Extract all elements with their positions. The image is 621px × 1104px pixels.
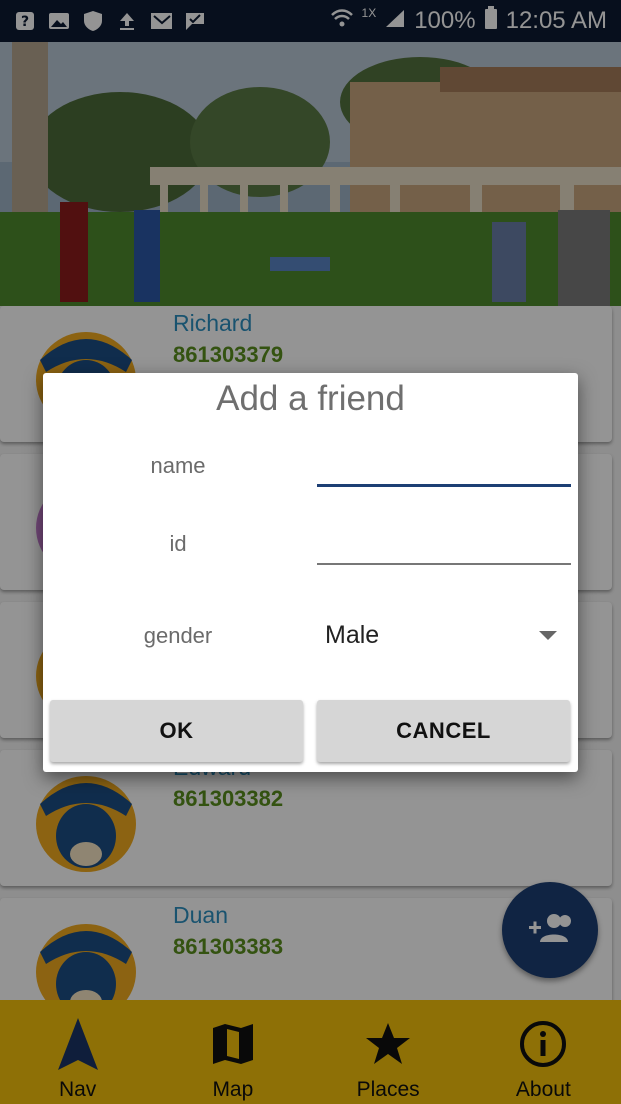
gender-label: gender <box>143 623 213 648</box>
id-label: id <box>169 531 187 556</box>
gender-value: Male <box>325 620 380 649</box>
add-friend-dialog: Add a friend name id gender Male OK CANC… <box>43 373 578 772</box>
cancel-button[interactable]: CANCEL <box>317 700 570 762</box>
gender-select[interactable]: Male <box>317 613 571 657</box>
dialog-title: Add a friend <box>216 379 405 418</box>
id-input[interactable] <box>317 525 571 565</box>
name-input[interactable] <box>317 447 571 487</box>
dropdown-arrow-icon <box>539 630 557 640</box>
ok-button[interactable]: OK <box>50 700 303 762</box>
name-label: name <box>150 453 206 478</box>
